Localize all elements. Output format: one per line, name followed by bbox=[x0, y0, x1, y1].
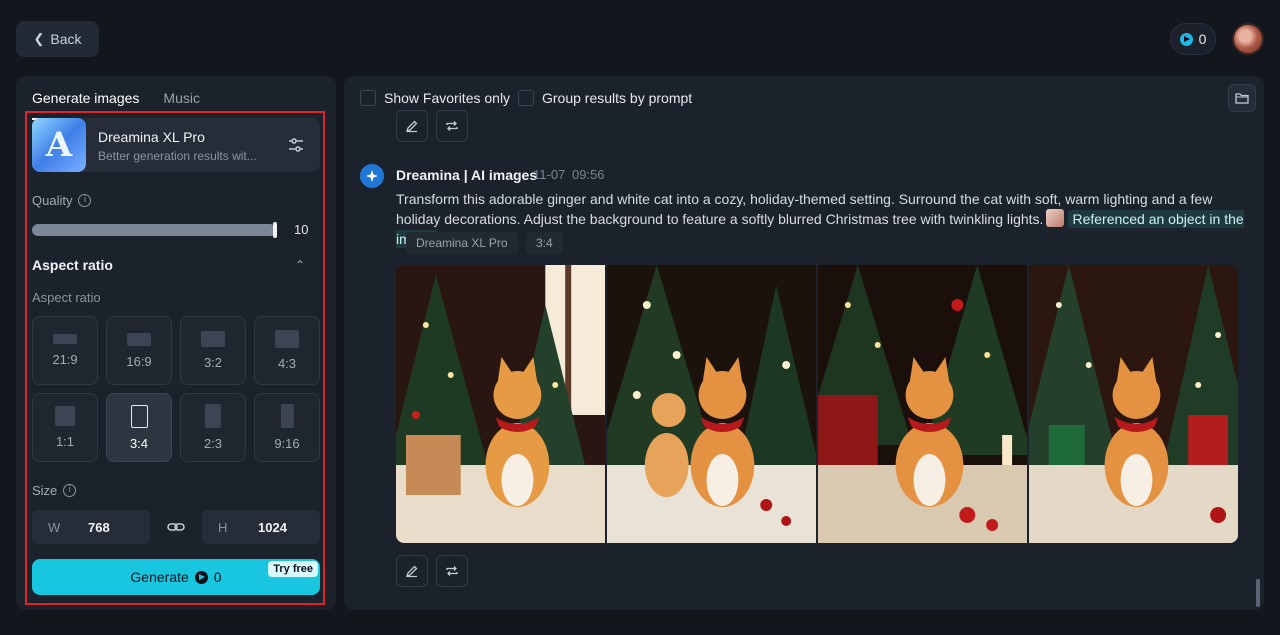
regenerate-icon bbox=[446, 566, 458, 576]
folder-icon bbox=[1235, 93, 1249, 104]
width-input[interactable]: W 768 bbox=[32, 510, 150, 544]
ratio-shape-icon bbox=[205, 404, 221, 428]
chevron-up-icon[interactable]: ⌃ bbox=[295, 258, 305, 272]
quality-slider-track[interactable] bbox=[32, 224, 276, 236]
result-author: Dreamina | AI images bbox=[396, 167, 538, 183]
aspect-ratio-3-4[interactable]: 3:4 bbox=[106, 393, 172, 462]
model-tag: Dreamina XL Pro bbox=[406, 232, 518, 254]
result-image[interactable] bbox=[607, 265, 816, 543]
aspect-ratio-2-3[interactable]: 2:3 bbox=[180, 393, 246, 462]
result-image-grid bbox=[396, 265, 1238, 543]
regenerate-button[interactable] bbox=[436, 555, 468, 587]
scrollbar-thumb[interactable] bbox=[1256, 579, 1260, 607]
model-name: Dreamina XL Pro bbox=[98, 129, 205, 145]
aspect-ratio-4-3[interactable]: 4:3 bbox=[254, 316, 320, 385]
generate-label: Generate bbox=[130, 569, 189, 585]
aspect-ratio-1-1[interactable]: 1:1 bbox=[32, 393, 98, 462]
aspect-ratio-label-2-3: 2:3 bbox=[203, 436, 223, 451]
user-avatar[interactable] bbox=[1232, 23, 1264, 55]
quality-label-text: Quality bbox=[32, 193, 73, 208]
aspect-ratio-label-9-16: 9:16 bbox=[274, 436, 300, 451]
reference-thumbnail bbox=[1046, 209, 1065, 227]
ratio-shape-icon bbox=[275, 330, 299, 348]
favorites-checkbox[interactable] bbox=[360, 90, 376, 106]
model-thumbnail: A bbox=[32, 118, 86, 172]
ratio-shape-icon bbox=[201, 331, 225, 347]
pencil-icon bbox=[405, 120, 418, 133]
try-free-badge: Try free bbox=[268, 561, 318, 577]
credit-coin-icon bbox=[194, 570, 208, 584]
ratio-shape-icon bbox=[127, 332, 151, 346]
result-prompt: Transform this adorable ginger and white… bbox=[396, 189, 1256, 249]
aspect-ratio-label: Aspect ratio bbox=[32, 290, 101, 305]
aspect-ratio-label-4-3: 4:3 bbox=[277, 356, 297, 371]
regenerate-button[interactable] bbox=[436, 110, 468, 142]
aspect-ratio-16-9[interactable]: 16:9 bbox=[106, 316, 172, 385]
aspect-ratio-9-16[interactable]: 9:16 bbox=[254, 393, 320, 462]
aspect-ratio-label-3-4: 3:4 bbox=[129, 435, 149, 451]
generation-settings-panel: Generate images Music A Dreamina XL Pro … bbox=[16, 76, 336, 610]
quality-value: 10 bbox=[294, 222, 309, 237]
results-panel: Show Favorites only Group results by pro… bbox=[344, 76, 1264, 610]
favorites-label: Show Favorites only bbox=[384, 90, 511, 106]
quality-label: Quality i bbox=[32, 193, 92, 208]
aspect-ratio-label-16-9: 16:9 bbox=[126, 353, 152, 369]
group-checkbox[interactable] bbox=[518, 90, 534, 106]
edit-prompt-button[interactable] bbox=[396, 555, 428, 587]
aspect-ratio-label-21-9: 21:9 bbox=[52, 352, 78, 367]
result-date: 11-07 bbox=[533, 167, 566, 182]
quality-slider-handle[interactable] bbox=[273, 222, 277, 238]
group-label: Group results by prompt bbox=[542, 90, 693, 106]
ratio-shape-icon bbox=[53, 334, 77, 344]
edit-prompt-button[interactable] bbox=[396, 110, 428, 142]
chevron-left-icon: ❮ bbox=[33, 31, 45, 46]
aspect-ratio-grid: 21:9 16:9 3:2 4:3 1:1 3:4 2:3 9:16 bbox=[32, 316, 320, 462]
panel-tabs: Generate images Music bbox=[32, 90, 200, 120]
height-input-value: 1024 bbox=[258, 519, 287, 535]
size-label-text: Size bbox=[32, 483, 58, 498]
result-image[interactable] bbox=[1029, 265, 1238, 543]
aspect-ratio-21-9[interactable]: 21:9 bbox=[32, 316, 98, 385]
generate-cost: 0 bbox=[213, 569, 222, 585]
aspect-ratio-label-3-2: 3:2 bbox=[203, 355, 223, 370]
favorites-filter[interactable]: Show Favorites only bbox=[360, 90, 510, 106]
link-icon[interactable] bbox=[166, 517, 186, 537]
generate-button[interactable]: Generate 0 Try free bbox=[32, 559, 320, 595]
height-input-label: H bbox=[218, 519, 228, 535]
result-image[interactable] bbox=[818, 265, 1027, 543]
height-input[interactable]: H 1024 bbox=[202, 510, 320, 544]
credit-coin-icon bbox=[1179, 32, 1193, 46]
regenerate-icon bbox=[446, 121, 458, 131]
width-input-value: 768 bbox=[88, 519, 110, 535]
aspect-ratio-3-2[interactable]: 3:2 bbox=[180, 316, 246, 385]
tab-music[interactable]: Music bbox=[163, 90, 200, 120]
result-image[interactable] bbox=[396, 265, 605, 543]
ratio-tag: 3:4 bbox=[526, 232, 563, 254]
model-selector[interactable]: A Dreamina XL Pro Better generation resu… bbox=[32, 118, 320, 172]
back-label: Back bbox=[50, 31, 82, 47]
width-input-label: W bbox=[48, 519, 61, 535]
tab-generate-images[interactable]: Generate images bbox=[32, 90, 140, 120]
size-label: Size i bbox=[32, 483, 77, 498]
pencil-icon bbox=[405, 565, 418, 578]
group-filter[interactable]: Group results by prompt bbox=[518, 90, 692, 106]
ratio-shape-icon bbox=[280, 404, 294, 428]
back-button[interactable]: ❮ Back bbox=[16, 21, 99, 57]
credits-indicator[interactable]: 0 bbox=[1170, 23, 1216, 55]
model-description: Better generation results wit... bbox=[98, 149, 257, 163]
folder-button[interactable] bbox=[1228, 84, 1256, 112]
credits-value: 0 bbox=[1198, 31, 1207, 47]
aspect-ratio-label-1-1: 1:1 bbox=[55, 434, 75, 449]
info-icon[interactable]: i bbox=[63, 484, 77, 497]
sliders-icon[interactable] bbox=[286, 135, 306, 155]
ratio-shape-icon bbox=[130, 404, 148, 428]
ratio-shape-icon bbox=[55, 406, 75, 426]
aspect-ratio-section-header[interactable]: Aspect ratio bbox=[32, 257, 113, 273]
dreamina-logo-icon bbox=[360, 164, 384, 188]
result-time: 09:56 bbox=[572, 167, 605, 182]
info-icon[interactable]: i bbox=[78, 194, 92, 207]
